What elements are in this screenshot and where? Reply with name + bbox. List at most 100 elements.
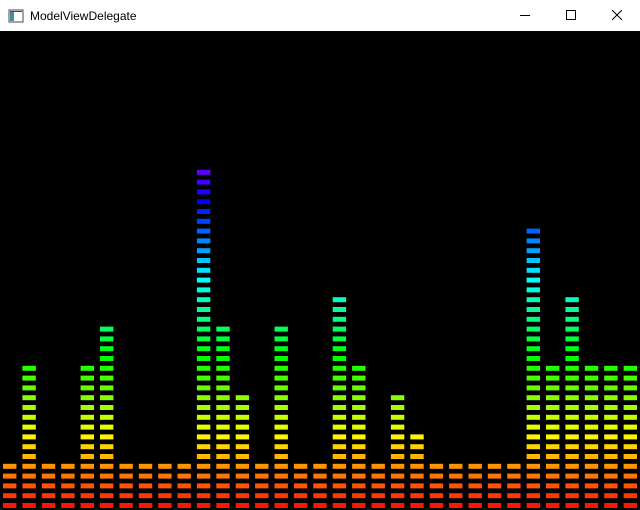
equalizer-segment bbox=[332, 483, 347, 489]
equalizer-segment bbox=[546, 454, 560, 459]
equalizer-segment bbox=[216, 473, 230, 479]
equalizer-view bbox=[0, 31, 640, 510]
equalizer-segment bbox=[235, 463, 250, 469]
equalizer-segment bbox=[196, 503, 211, 508]
equalizer-segment bbox=[196, 248, 211, 254]
equalizer-segment bbox=[235, 503, 250, 508]
equalizer-segment bbox=[623, 503, 637, 508]
equalizer-segment bbox=[332, 297, 347, 303]
equalizer-segment bbox=[177, 463, 191, 469]
equalizer-segment bbox=[526, 395, 540, 401]
close-icon bbox=[611, 7, 623, 25]
equalizer-segment bbox=[623, 375, 637, 381]
equalizer-segment bbox=[623, 473, 637, 479]
equalizer-segment bbox=[293, 473, 308, 479]
window-title: ModelViewDelegate bbox=[30, 8, 137, 23]
equalizer-segment bbox=[274, 444, 288, 450]
equalizer-segment bbox=[526, 503, 540, 508]
equalizer-segment bbox=[255, 463, 269, 469]
equalizer-segment bbox=[584, 454, 599, 459]
equalizer-segment bbox=[352, 483, 366, 489]
equalizer-segment bbox=[623, 444, 637, 450]
equalizer-segment bbox=[604, 493, 618, 499]
equalizer-segment bbox=[604, 365, 618, 371]
equalizer-segment bbox=[565, 375, 579, 381]
equalizer-segment bbox=[138, 493, 153, 499]
equalizer-segment bbox=[3, 493, 17, 499]
equalizer-segment bbox=[332, 434, 347, 440]
equalizer-segment bbox=[390, 444, 405, 450]
equalizer-segment bbox=[80, 414, 94, 420]
equalizer-segment bbox=[584, 434, 599, 440]
equalizer-segment bbox=[526, 434, 540, 440]
equalizer-segment bbox=[546, 503, 560, 508]
equalizer-segment bbox=[274, 454, 288, 459]
equalizer-segment bbox=[526, 463, 540, 469]
equalizer-segment bbox=[526, 258, 540, 263]
equalizer-segment bbox=[332, 454, 347, 459]
equalizer-segment bbox=[274, 503, 288, 508]
equalizer-segment bbox=[196, 424, 211, 430]
equalizer-segment bbox=[235, 414, 250, 420]
equalizer-segment bbox=[100, 326, 114, 332]
equalizer-segment bbox=[196, 267, 211, 273]
equalizer-segment bbox=[390, 463, 405, 469]
equalizer-segment bbox=[22, 365, 36, 371]
maximize-icon bbox=[566, 7, 576, 25]
equalizer-segment bbox=[22, 385, 36, 391]
equalizer-segment bbox=[468, 503, 482, 508]
equalizer-segment bbox=[274, 414, 288, 420]
equalizer-segment bbox=[526, 405, 540, 410]
equalizer-segment bbox=[274, 463, 288, 469]
equalizer-segment bbox=[526, 424, 540, 430]
equalizer-segment bbox=[196, 365, 211, 371]
equalizer-segment bbox=[196, 307, 211, 312]
equalizer-segment bbox=[332, 414, 347, 420]
equalizer-segment bbox=[196, 228, 211, 234]
equalizer-segment bbox=[526, 297, 540, 303]
close-button[interactable] bbox=[594, 0, 640, 31]
equalizer-segment bbox=[352, 473, 366, 479]
equalizer-segment bbox=[119, 493, 133, 499]
equalizer-segment bbox=[604, 385, 618, 391]
maximize-button[interactable] bbox=[548, 0, 594, 31]
equalizer-segment bbox=[22, 463, 36, 469]
equalizer-segment bbox=[196, 326, 211, 332]
equalizer-segment bbox=[526, 473, 540, 479]
equalizer-segment bbox=[526, 444, 540, 450]
equalizer-segment bbox=[332, 385, 347, 391]
equalizer-segment bbox=[623, 483, 637, 489]
equalizer-segment bbox=[274, 385, 288, 391]
equalizer-segment bbox=[235, 424, 250, 430]
equalizer-segment bbox=[526, 238, 540, 244]
equalizer-segment bbox=[22, 503, 36, 508]
equalizer-segment bbox=[177, 473, 191, 479]
equalizer-segment bbox=[274, 405, 288, 410]
title-bar[interactable]: ModelViewDelegate bbox=[0, 0, 640, 31]
equalizer-segment bbox=[390, 395, 405, 401]
equalizer-segment bbox=[196, 238, 211, 244]
equalizer-segment bbox=[332, 307, 347, 312]
equalizer-segment bbox=[507, 483, 521, 489]
equalizer-segment bbox=[584, 503, 599, 508]
equalizer-segment bbox=[390, 454, 405, 459]
equalizer-segment bbox=[546, 375, 560, 381]
equalizer-segment bbox=[371, 503, 385, 508]
equalizer-segment bbox=[332, 326, 347, 332]
equalizer-segment bbox=[390, 493, 405, 499]
equalizer-segment bbox=[216, 424, 230, 430]
equalizer-segment bbox=[41, 463, 56, 469]
equalizer-segment bbox=[604, 483, 618, 489]
equalizer-segment bbox=[410, 483, 424, 489]
equalizer-segment bbox=[390, 503, 405, 508]
equalizer-segment bbox=[22, 375, 36, 381]
equalizer-segment bbox=[100, 493, 114, 499]
equalizer-segment bbox=[100, 424, 114, 430]
equalizer-segment bbox=[100, 454, 114, 459]
equalizer-segment bbox=[604, 503, 618, 508]
equalizer-segment bbox=[274, 493, 288, 499]
equalizer-segment bbox=[196, 405, 211, 410]
minimize-button[interactable] bbox=[502, 0, 548, 31]
equalizer-segment bbox=[158, 493, 172, 499]
equalizer-segment bbox=[196, 434, 211, 440]
